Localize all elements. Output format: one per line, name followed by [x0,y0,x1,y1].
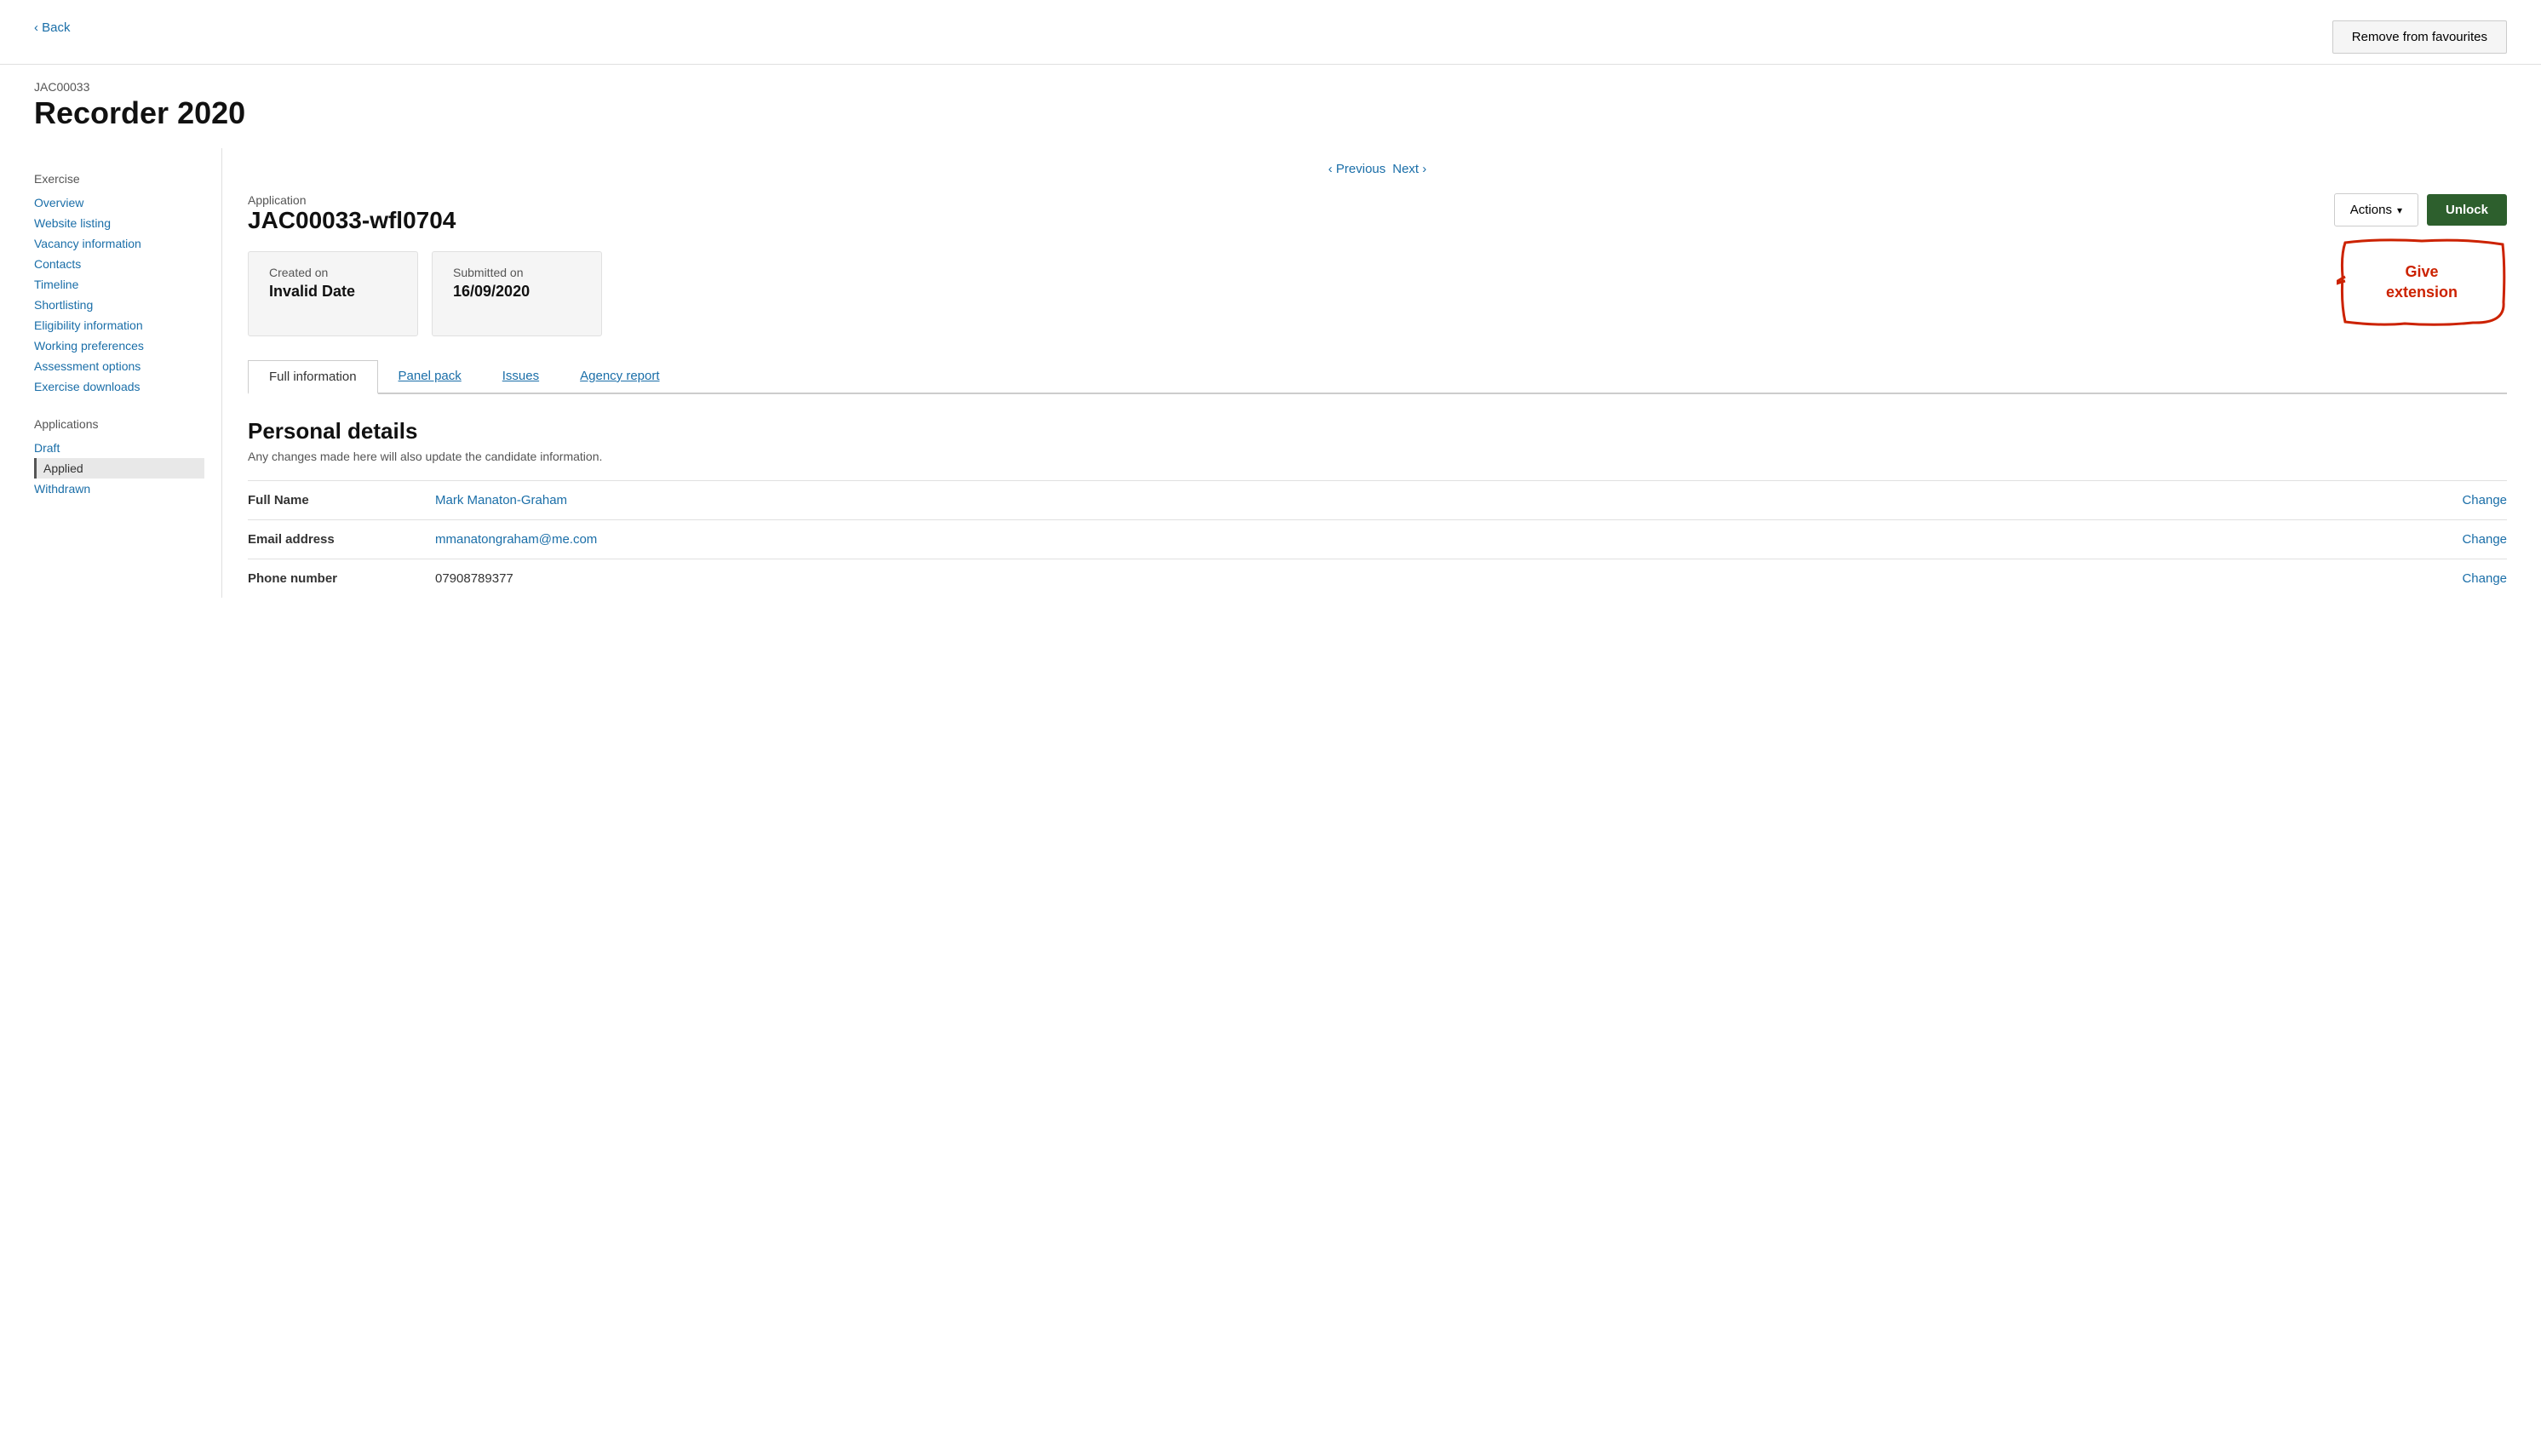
tabs: Full information Panel pack Issues Agenc… [248,360,2507,394]
email-change-link[interactable]: Change [2462,532,2507,547]
personal-details-section: Personal details Any changes made here w… [248,418,2507,598]
sidebar: Exercise Overview Website listing Vacanc… [34,148,221,598]
top-bar: Back Remove from favourites [0,0,2541,65]
submitted-card: Submitted on 16/09/2020 [432,251,602,336]
back-link[interactable]: Back [34,20,71,35]
fullname-value-link[interactable]: Mark Manaton-Graham [435,493,567,507]
sidebar-item-assessment-options[interactable]: Assessment options [34,356,204,376]
chevron-right-icon: › [1422,162,1426,176]
submitted-value: 16/09/2020 [453,283,581,301]
pagination-bar: ‹ Previous Next › [248,148,2507,193]
page-header: JAC00033 Recorder 2020 [0,65,2541,148]
sidebar-item-eligibility-information[interactable]: Eligibility information [34,315,204,335]
application-header: Application JAC00033-wfl0704 Actions Unl… [248,193,2507,234]
svg-text:Give: Give [2405,263,2438,280]
next-label: Next [1392,162,1419,176]
sidebar-item-vacancy-information[interactable]: Vacancy information [34,233,204,254]
action-buttons: Actions Unlock [2334,193,2507,226]
give-extension-annotation: Give extension [2337,234,2507,319]
previous-link[interactable]: ‹ Previous [1328,162,1386,176]
applications-section-label: Applications [34,417,204,431]
field-label-email: Email address [248,520,435,559]
sidebar-item-exercise-downloads[interactable]: Exercise downloads [34,376,204,397]
created-value: Invalid Date [269,283,397,301]
table-row: Phone number 07908789377 Change [248,559,2507,599]
give-extension-svg: Give extension [2337,234,2507,328]
tab-issues[interactable]: Issues [482,360,559,394]
sidebar-item-working-preferences[interactable]: Working preferences [34,335,204,356]
page-title: Recorder 2020 [34,95,2507,131]
page-subtitle: JAC00033 [34,80,2507,94]
created-card: Created on Invalid Date [248,251,418,336]
created-label: Created on [269,266,397,279]
fullname-change-link[interactable]: Change [2462,493,2507,507]
field-label-phone: Phone number [248,559,435,599]
actions-button[interactable]: Actions [2334,193,2418,226]
tab-agency-report[interactable]: Agency report [559,360,680,394]
table-row: Full Name Mark Manaton-Graham Change [248,481,2507,520]
unlock-button[interactable]: Unlock [2427,194,2507,226]
table-row: Email address mmanatongraham@me.com Chan… [248,520,2507,559]
sidebar-item-draft[interactable]: Draft [34,438,204,458]
remove-favourites-button[interactable]: Remove from favourites [2332,20,2507,54]
section-subtitle: Any changes made here will also update t… [248,450,2507,463]
chevron-left-icon: ‹ [1328,162,1333,176]
previous-label: Previous [1336,162,1385,176]
svg-text:extension: extension [2386,284,2458,301]
sidebar-item-contacts[interactable]: Contacts [34,254,204,274]
submitted-label: Submitted on [453,266,581,279]
sidebar-item-website-listing[interactable]: Website listing [34,213,204,233]
application-id: JAC00033-wfl0704 [248,207,456,234]
sidebar-item-overview[interactable]: Overview [34,192,204,213]
personal-details-table: Full Name Mark Manaton-Graham Change Ema… [248,480,2507,598]
email-value-link[interactable]: mmanatongraham@me.com [435,532,597,547]
sidebar-item-shortlisting[interactable]: Shortlisting [34,295,204,315]
application-label: Application [248,193,456,207]
phone-change-link[interactable]: Change [2462,571,2507,586]
sidebar-item-withdrawn[interactable]: Withdrawn [34,479,204,499]
phone-value: 07908789377 [435,559,2059,599]
section-title: Personal details [248,418,2507,444]
field-label-fullname: Full Name [248,481,435,520]
main-layout: Exercise Overview Website listing Vacanc… [0,148,2541,598]
tab-panel-pack[interactable]: Panel pack [378,360,482,394]
sidebar-item-applied[interactable]: Applied [34,458,204,479]
info-cards: Created on Invalid Date Submitted on 16/… [248,251,2507,336]
content-area: ‹ Previous Next › Application JAC00033-w… [221,148,2507,598]
exercise-section-label: Exercise [34,172,204,186]
sidebar-item-timeline[interactable]: Timeline [34,274,204,295]
tab-full-information[interactable]: Full information [248,360,378,394]
next-link[interactable]: Next › [1392,162,1426,176]
